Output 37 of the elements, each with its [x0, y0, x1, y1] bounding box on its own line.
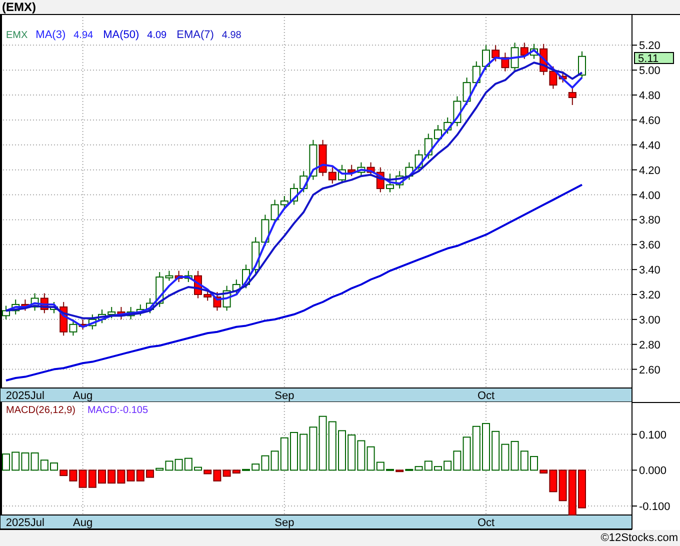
y-axis-label: 2.60	[639, 364, 660, 376]
y-axis-label: 4.20	[639, 164, 660, 177]
copyright-text: ©12Stocks.com	[600, 532, 678, 544]
legend-label: MACD(26,12,9)	[6, 405, 76, 416]
y-axis-label: 0.100	[639, 429, 667, 442]
x-axis-label: Oct	[477, 390, 495, 402]
legend-value: 4.94	[74, 30, 94, 41]
legend-label: EMA(7)	[176, 29, 214, 41]
y-axis-label: 3.40	[639, 264, 660, 277]
chart-title: (EMX)	[2, 0, 36, 14]
y-axis-label: 3.20	[639, 290, 660, 302]
x-axis-label: Aug	[73, 390, 93, 402]
x-axis-label: Sep	[274, 390, 294, 402]
last-price-label: 5.11	[634, 52, 674, 64]
y-axis-label: 5.00	[639, 65, 660, 78]
legend-label: MA(50)	[103, 29, 140, 41]
y-axis-label: 5.20	[639, 40, 660, 52]
legend-value: 4.09	[147, 30, 167, 41]
y-axis-label: 3.60	[639, 240, 660, 252]
x-axis-label: 2025Jul	[6, 517, 44, 529]
legend-symbol: EMX	[6, 30, 28, 41]
legend-label: MA(3)	[36, 29, 66, 41]
x-axis-label: Aug	[73, 517, 93, 529]
y-axis-label: 4.80	[639, 90, 660, 102]
y-axis-label: 4.00	[639, 190, 660, 202]
x-axis-label: 2025Jul	[6, 390, 44, 402]
legend-label: MACD:-0.105	[87, 405, 148, 416]
y-axis-label: 4.40	[639, 140, 660, 152]
y-axis-label: 2.80	[639, 339, 660, 352]
y-axis-label: 4.60	[639, 114, 660, 127]
y-axis-label: -0.100	[639, 501, 670, 514]
x-axis-label: Oct	[477, 517, 495, 529]
legend-value: 4.98	[222, 30, 242, 41]
y-axis-label: 0.000	[639, 465, 667, 478]
y-axis-label: 3.80	[639, 214, 660, 227]
x-axis-label: Sep	[274, 517, 294, 529]
y-axis-label: 3.00	[639, 314, 660, 326]
